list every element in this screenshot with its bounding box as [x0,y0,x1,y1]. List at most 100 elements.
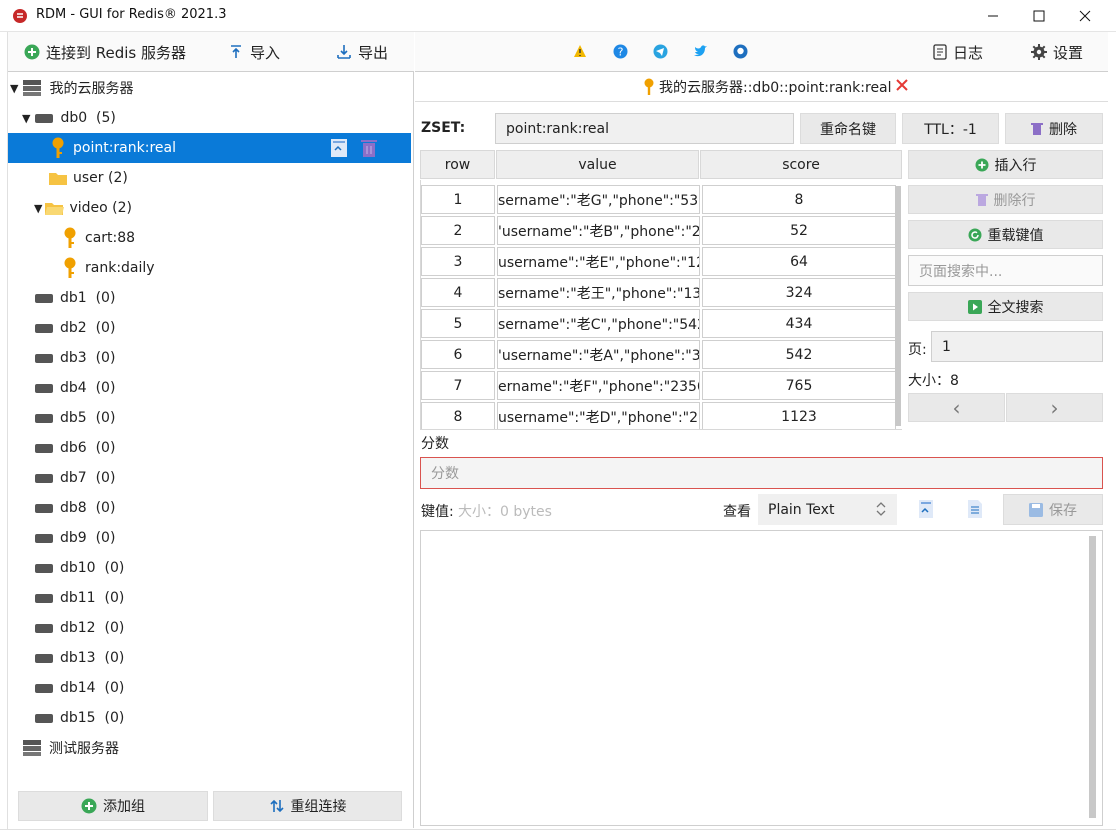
server-name: 测试服务器 [49,741,119,757]
table-cell-score[interactable]: 1123 [702,402,896,429]
key-name-field[interactable]: point:rank:real [495,113,794,144]
tree-db-node[interactable]: db7 (0) [8,463,411,493]
table-cell-score[interactable]: 324 [702,278,896,307]
table-cell-score[interactable]: 434 [702,309,896,338]
tree-server-node-2[interactable]: 测试服务器 [8,733,411,763]
tree-key-selected[interactable]: point:rank:real [8,133,411,163]
table-cell-row[interactable]: 6 [421,340,495,369]
table-cell-value[interactable]: username":"老D","phone":"235 [497,402,700,429]
tree-db-node[interactable]: db15 (0) [8,703,411,733]
db-label: db9 (0) [60,530,116,546]
minimize-button[interactable] [970,0,1016,32]
database-icon [35,414,53,423]
score-input[interactable]: 分数 [420,457,1103,489]
regroup-button[interactable]: 重组连接 [213,791,402,821]
tree-db-node[interactable]: db8 (0) [8,493,411,523]
key-tab[interactable]: 我的云服务器::db0::point:rank:real [643,76,908,98]
expand-arrow-icon[interactable]: ▼ [34,202,42,215]
tree-db-node[interactable]: db3 (0) [8,343,411,373]
delete-row-button[interactable]: 删除行 [908,185,1103,214]
document-icon[interactable] [967,499,983,523]
tree-db-node[interactable]: db1 (0) [8,283,411,313]
next-page-button[interactable]: › [1006,393,1103,422]
table-cell-value[interactable]: sername":"老G","phone":"53233 [497,185,700,214]
column-header-score[interactable]: score [700,150,902,179]
table-cell-score[interactable]: 52 [702,216,896,245]
value-editor[interactable] [420,530,1103,826]
value-editor-scrollbar[interactable] [1089,536,1096,818]
view-mode-select[interactable]: Plain Text [758,494,897,525]
maximize-button[interactable] [1016,0,1062,32]
expand-arrow-icon[interactable]: ▼ [22,112,30,125]
tree-db-node[interactable]: db11 (0) [8,583,411,613]
tree-db0-node[interactable]: ▼ db0 (5) [8,103,411,133]
telegram-icon[interactable] [653,44,668,63]
tree-db-node[interactable]: db12 (0) [8,613,411,643]
table-cell-score[interactable]: 542 [702,340,896,369]
tree-folder-video[interactable]: ▼ video (2) [8,193,411,223]
warning-icon[interactable] [573,44,587,62]
twitter-icon[interactable] [693,44,708,62]
prev-page-button[interactable]: ‹ [908,393,1005,422]
plus-circle-icon [24,44,40,60]
column-header-value[interactable]: value [496,150,699,179]
tree-key-daily[interactable]: rank:daily [8,253,411,283]
table-cell-score[interactable]: 8 [702,185,896,214]
tree-db-node[interactable]: db4 (0) [8,373,411,403]
import-button[interactable]: 导入 [228,40,280,64]
table-cell-value[interactable]: sername":"老C","phone":"54234 [497,309,700,338]
connect-server-button[interactable]: 连接到 Redis 服务器 [24,40,186,64]
table-cell-row[interactable]: 2 [421,216,495,245]
copy-key-icon[interactable] [330,138,348,162]
log-button[interactable]: 日志 [933,40,983,64]
tree-key-cart[interactable]: cart:88 [8,223,411,253]
tree-db-node[interactable]: db2 (0) [8,313,411,343]
rename-key-button[interactable]: 重命名键 [800,113,896,144]
column-header-row[interactable]: row [420,150,495,179]
table-cell-value[interactable]: 'username":"老B","phone":"242' [497,216,700,245]
table-cell-value[interactable]: ername":"老F","phone":"23564: [497,371,700,400]
folder-label: video (2) [69,200,132,216]
delete-key-icon[interactable] [360,138,378,162]
ttl-button[interactable]: TTL：-1 [902,113,999,144]
tree-server-node[interactable]: ▼ 我的云服务器 [8,73,411,103]
add-group-button[interactable]: 添加组 [18,791,208,821]
tree-folder-user[interactable]: user (2) [8,163,411,193]
settings-button[interactable]: 设置 [1031,40,1083,64]
reload-value-button[interactable]: 重载键值 [908,220,1103,249]
tree-db-node[interactable]: db6 (0) [8,433,411,463]
copy-value-icon[interactable] [918,499,934,523]
import-icon [231,45,241,58]
table-cell-score[interactable]: 64 [702,247,896,276]
tree-db-node[interactable]: db13 (0) [8,643,411,673]
close-window-button[interactable] [1062,0,1108,32]
help-icon[interactable]: ? [613,44,628,63]
table-cell-value[interactable]: username":"老E","phone":"1245 [497,247,700,276]
table-cell-row[interactable]: 7 [421,371,495,400]
delete-key-button[interactable]: 删除 [1005,113,1103,144]
table-cell-row[interactable]: 5 [421,309,495,338]
save-value-button[interactable]: 保存 [1003,494,1103,525]
expand-arrow-icon[interactable]: ▼ [10,82,18,95]
table-cell-value[interactable]: 'username":"老A","phone":"324 [497,340,700,369]
tree-db-node[interactable]: db14 (0) [8,673,411,703]
tree-db-node[interactable]: db10 (0) [8,553,411,583]
insert-row-button[interactable]: 插入行 [908,150,1103,179]
window-title: RDM - GUI for Redis® 2021.3 [36,7,227,22]
folder-label: user (2) [73,170,128,186]
page-number-input[interactable]: 1 [931,331,1103,362]
github-icon[interactable] [733,44,748,63]
table-cell-row[interactable]: 8 [421,402,495,429]
table-cell-row[interactable]: 3 [421,247,495,276]
page-search-input[interactable]: 页面搜索中... [908,255,1103,286]
table-scrollbar[interactable] [895,186,901,426]
tree-db-node[interactable]: db5 (0) [8,403,411,433]
export-button[interactable]: 导出 [336,40,388,64]
table-cell-score[interactable]: 765 [702,371,896,400]
table-cell-row[interactable]: 1 [421,185,495,214]
table-cell-value[interactable]: sername":"老王","phone":"1311 [497,278,700,307]
fulltext-search-button[interactable]: 全文搜索 [908,292,1103,321]
table-cell-row[interactable]: 4 [421,278,495,307]
tree-db-node[interactable]: db9 (0) [8,523,411,553]
close-tab-icon[interactable] [895,79,908,95]
